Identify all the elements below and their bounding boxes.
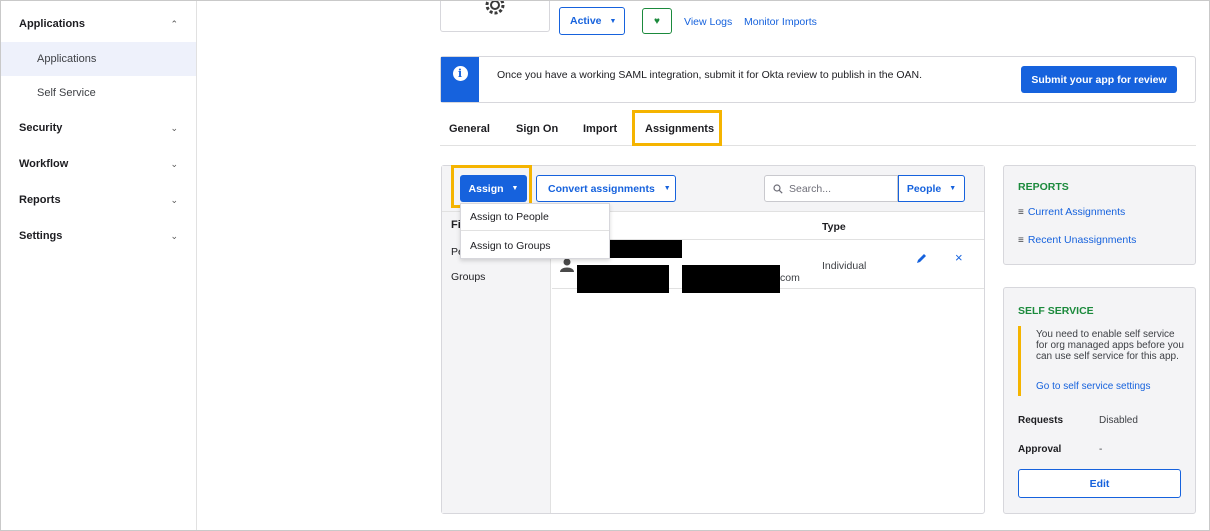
edit-pencil-icon[interactable] — [916, 253, 927, 264]
email-suffix: com — [780, 272, 800, 284]
tab-assignments[interactable]: Assignments — [645, 123, 714, 135]
sidebar-item-label: Reports — [19, 194, 61, 206]
tabs-divider — [440, 145, 1196, 146]
report-icon: ≡ — [1018, 234, 1024, 246]
view-logs-link[interactable]: View Logs — [684, 16, 732, 28]
approval-label: Approval — [1018, 444, 1062, 455]
chevron-up-icon: ⌃ — [170, 18, 178, 29]
chevron-down-icon: ⌄ — [170, 230, 178, 241]
recent-unassignments-link[interactable]: ≡ Recent Unassignments — [1018, 234, 1136, 246]
sidebar-subitem-self-service[interactable]: Self Service — [0, 76, 196, 110]
sidebar-item-applications[interactable]: Applications ⌃ — [0, 7, 196, 41]
chevron-down-icon: ⌄ — [170, 194, 178, 205]
sidebar-subitem-label: Applications — [37, 53, 97, 65]
status-label: Active — [570, 15, 602, 27]
current-assignments-label: Current Assignments — [1027, 206, 1126, 218]
people-label: People — [906, 182, 942, 195]
person-icon — [560, 258, 574, 272]
status-dropdown[interactable]: Active ▼ — [559, 7, 625, 35]
sidebar-subitem-applications[interactable]: Applications — [0, 42, 196, 76]
requests-value: Disabled — [1099, 415, 1138, 426]
assign-button[interactable]: Assign ▼ — [460, 175, 527, 202]
caret-down-icon: ▼ — [663, 185, 671, 192]
sidebar-item-settings[interactable]: Settings ⌄ — [0, 219, 196, 253]
remove-icon[interactable]: × — [955, 250, 963, 265]
self-service-card: SELF SERVICE You need to enable self ser… — [1003, 287, 1196, 514]
menu-item-assign-to-people[interactable]: Assign to People — [461, 204, 609, 231]
chevron-down-icon: ⌄ — [170, 158, 178, 169]
sidebar: Applications ⌃ Applications Self Service… — [0, 0, 197, 531]
current-assignments-link[interactable]: ≡ Current Assignments — [1018, 206, 1125, 218]
active-tab-indicator — [636, 143, 718, 146]
assign-dropdown-menu: Assign to People Assign to Groups — [460, 203, 610, 259]
sidebar-subitem-label: Self Service — [37, 87, 96, 99]
app-logo — [440, 0, 550, 32]
sidebar-item-label: Workflow — [19, 158, 69, 170]
notice-bar — [1018, 326, 1021, 396]
sidebar-item-label: Settings — [19, 230, 63, 242]
tab-sign-on[interactable]: Sign On — [516, 123, 558, 135]
banner-accent: i — [441, 57, 479, 102]
redacted-email-2 — [682, 265, 780, 293]
reports-card: REPORTS ≡ Current Assignments ≡ Recent U… — [1003, 165, 1196, 265]
self-service-notice: You need to enable self service for org … — [1036, 329, 1184, 362]
requests-label: Requests — [1018, 415, 1064, 426]
convert-label: Convert assignments — [548, 182, 655, 195]
assignment-type: Individual — [822, 260, 867, 272]
heart-icon: ♥ — [654, 15, 660, 27]
search-icon — [773, 183, 783, 194]
report-icon: ≡ — [1018, 206, 1024, 218]
gear-icon — [485, 0, 505, 15]
edit-button[interactable]: Edit — [1018, 469, 1181, 498]
search-placeholder: Search... — [789, 182, 832, 195]
people-filter-dropdown[interactable]: People ▼ — [898, 175, 965, 202]
table-header — [552, 212, 984, 240]
search-input[interactable]: Search... — [764, 175, 898, 202]
convert-assignments-dropdown[interactable]: Convert assignments ▼ — [536, 175, 676, 202]
info-banner: i Once you have a working SAML integrati… — [440, 56, 1196, 103]
caret-down-icon: ▼ — [511, 185, 519, 192]
submit-review-button[interactable]: Submit your app for review — [1021, 66, 1177, 93]
redacted-email-1 — [577, 265, 669, 293]
filter-groups[interactable]: Groups — [451, 271, 485, 283]
reports-title: REPORTS — [1018, 181, 1069, 193]
info-icon: i — [452, 66, 468, 81]
chevron-down-icon: ⌄ — [170, 122, 178, 133]
tab-import[interactable]: Import — [583, 123, 617, 135]
self-service-settings-link[interactable]: Go to self service settings — [1036, 381, 1151, 392]
sidebar-item-label: Applications — [19, 18, 86, 30]
health-status-button[interactable]: ♥ — [642, 8, 672, 34]
tab-general[interactable]: General — [449, 123, 490, 135]
menu-item-assign-to-groups[interactable]: Assign to Groups — [461, 232, 609, 259]
sidebar-item-reports[interactable]: Reports ⌄ — [0, 183, 196, 217]
assign-label: Assign — [468, 182, 504, 195]
monitor-imports-link[interactable]: Monitor Imports — [744, 16, 817, 28]
banner-message: Once you have a working SAML integration… — [497, 69, 923, 81]
self-service-title: SELF SERVICE — [1018, 305, 1094, 317]
caret-down-icon: ▼ — [609, 17, 617, 25]
type-column-header: Type — [822, 221, 846, 233]
sidebar-item-label: Security — [19, 122, 63, 134]
sidebar-item-workflow[interactable]: Workflow ⌄ — [0, 147, 196, 181]
approval-value: - — [1099, 444, 1103, 455]
recent-unassignments-label: Recent Unassignments — [1027, 234, 1137, 246]
sidebar-item-security[interactable]: Security ⌄ — [0, 111, 196, 145]
caret-down-icon: ▼ — [949, 185, 957, 192]
